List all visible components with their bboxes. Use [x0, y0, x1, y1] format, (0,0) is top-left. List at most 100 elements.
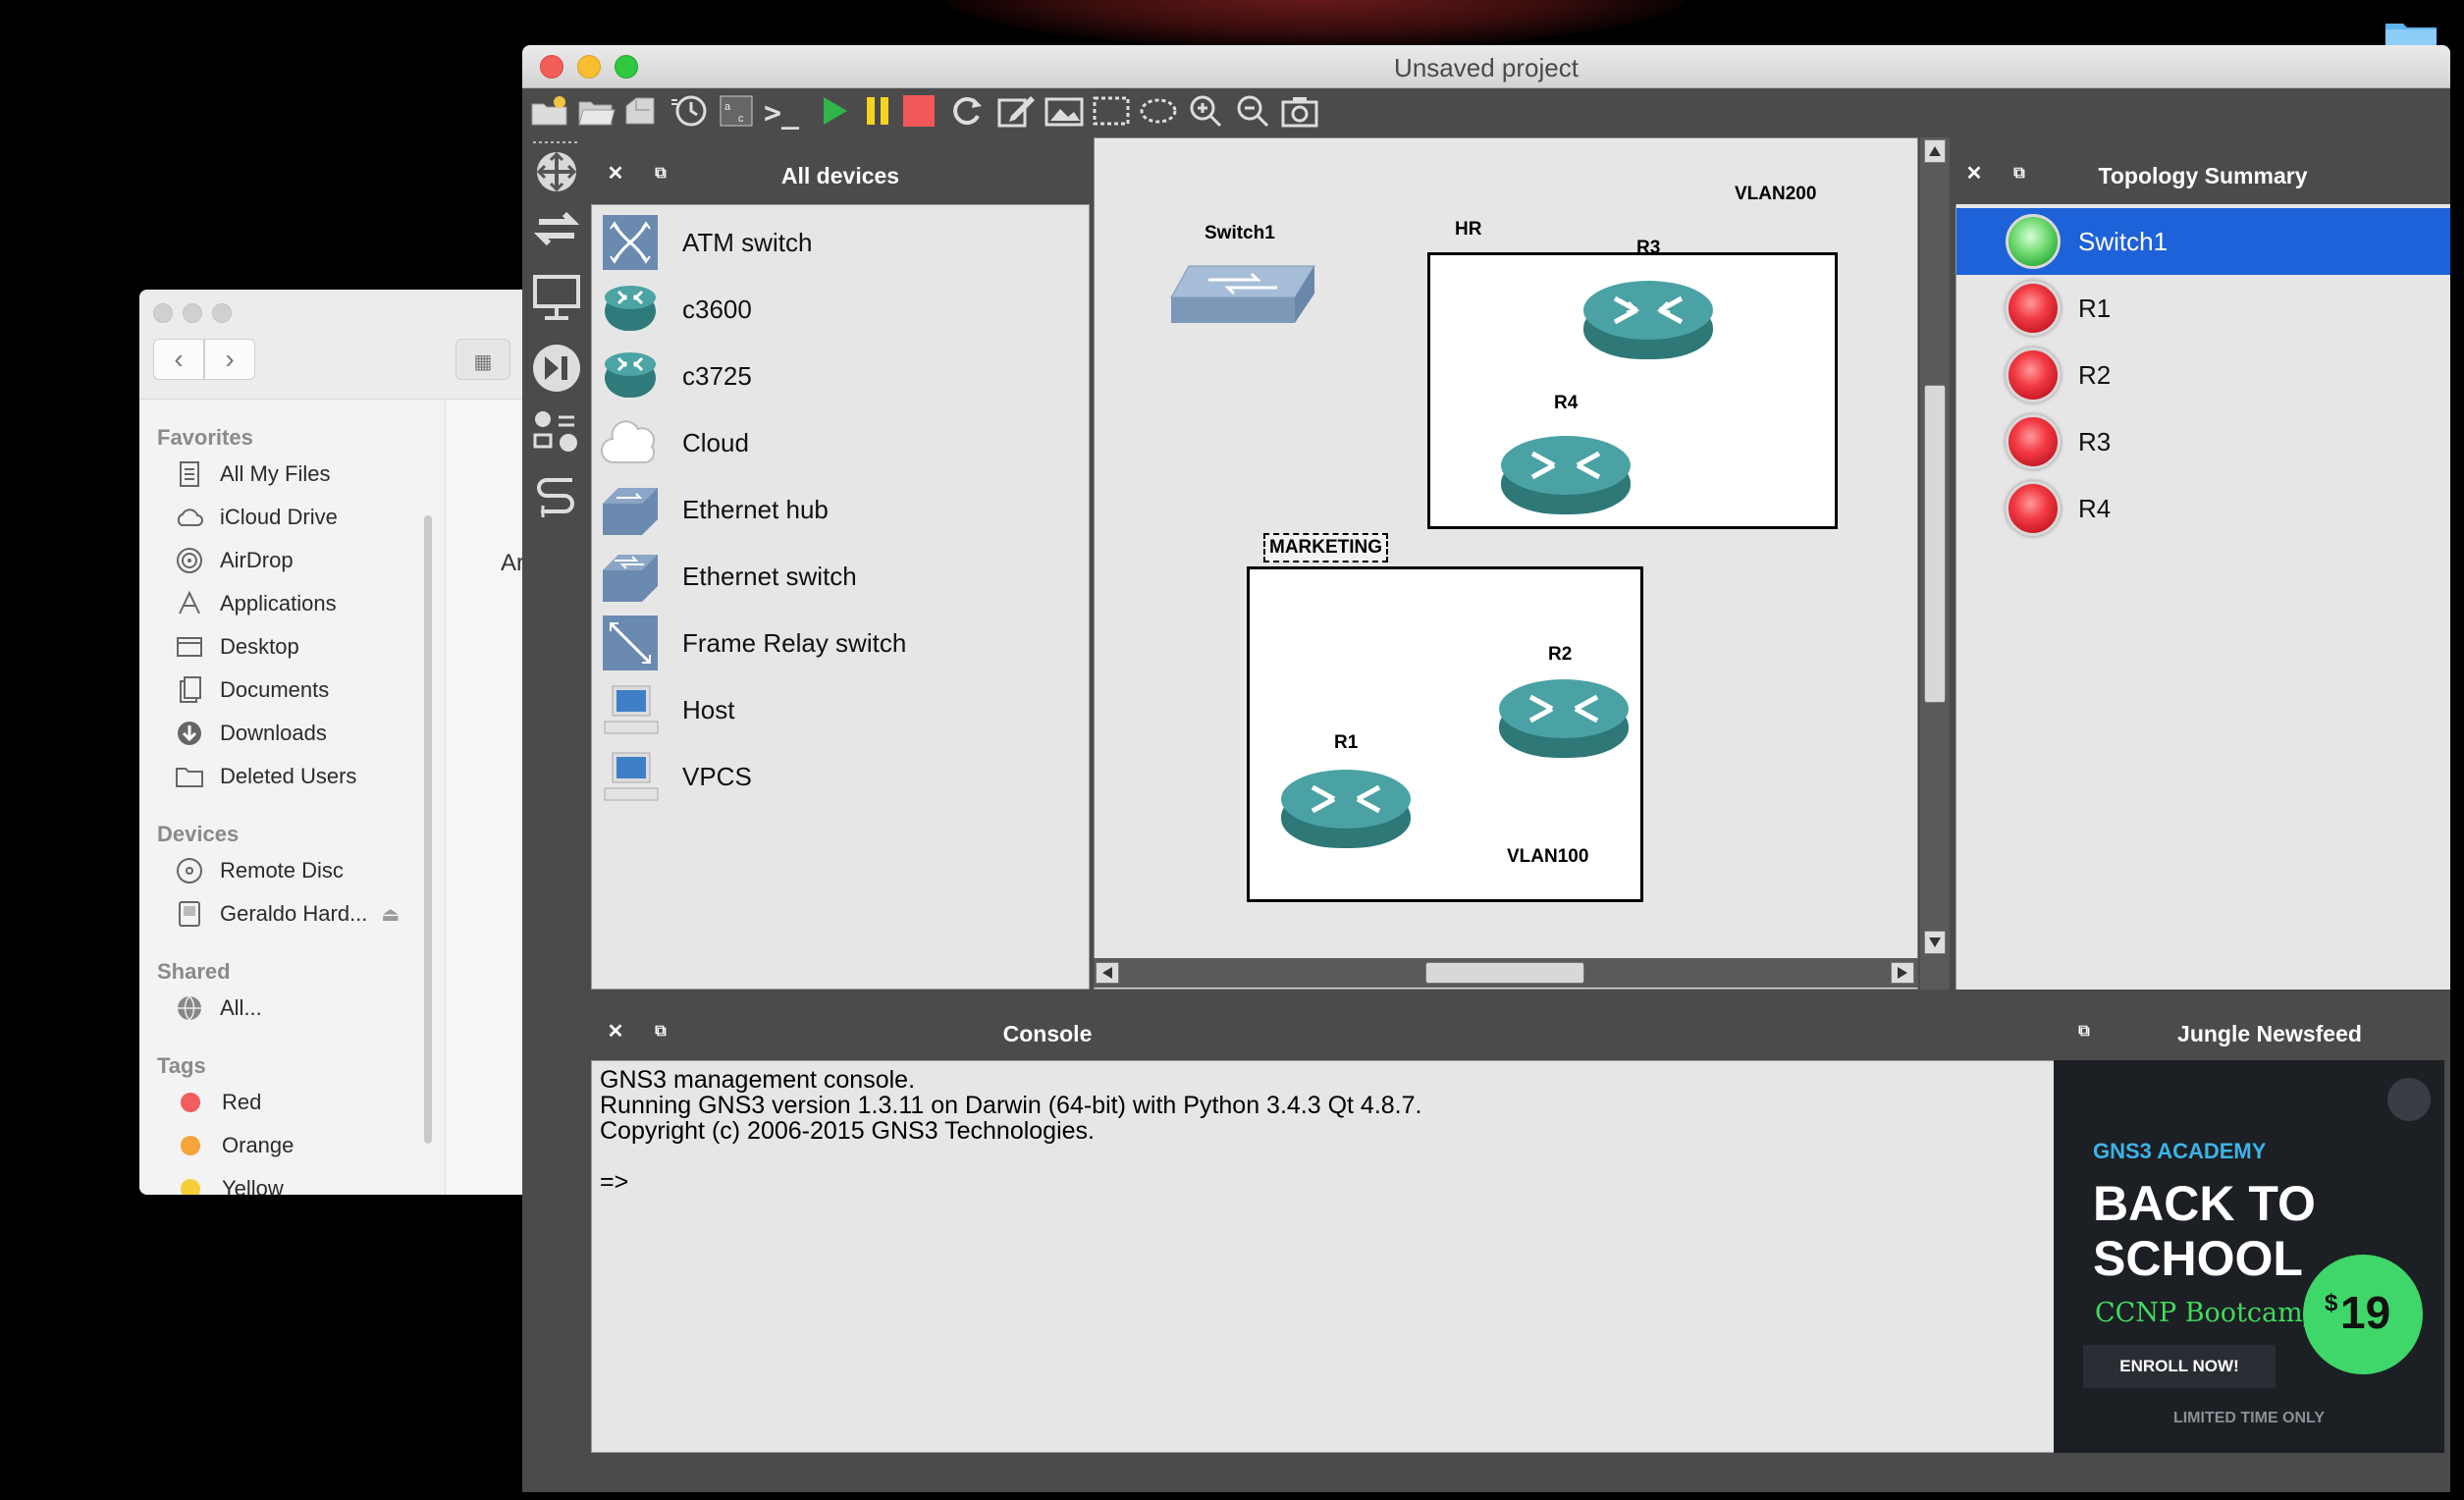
device-label: Ethernet hub: [682, 494, 829, 524]
back-button[interactable]: ‹: [153, 339, 204, 380]
topology-item-switch1[interactable]: Switch1: [1956, 208, 2450, 275]
finder-close-button[interactable]: [153, 303, 173, 323]
scroll-right-arrow-icon[interactable]: [1891, 962, 1914, 984]
show-interface-labels-button[interactable]: ac: [715, 92, 758, 134]
node-r2[interactable]: [1497, 675, 1631, 775]
start-all-button[interactable]: [813, 92, 856, 134]
scroll-down-arrow-icon[interactable]: [1924, 931, 1946, 954]
open-project-button[interactable]: [575, 92, 618, 134]
tag-color-dot: [181, 1179, 200, 1195]
device-label: Cloud: [682, 427, 749, 457]
node-r4[interactable]: [1499, 432, 1633, 531]
topology-item-r1[interactable]: R1: [1956, 275, 2450, 342]
router-icon: [1499, 436, 1633, 530]
rectangle-marketing[interactable]: R2 R1 VLAN100: [1247, 566, 1643, 902]
eject-icon[interactable]: ⏏: [381, 902, 400, 927]
documents-icon: [175, 675, 204, 705]
panel-title: Topology Summary: [2098, 163, 2308, 188]
device-item-ethernet-switch[interactable]: Ethernet switch: [600, 543, 1081, 610]
stop-all-button[interactable]: [897, 92, 940, 134]
device-item-atm-switch[interactable]: ATM switch: [600, 209, 1081, 276]
finder-minimize-button[interactable]: [183, 303, 202, 323]
sidebar-item-documents[interactable]: Documents: [175, 670, 440, 710]
sidebar-item-desktop[interactable]: Desktop: [175, 627, 440, 667]
device-item-vpcs[interactable]: VPCS: [600, 743, 1081, 810]
sidebar-item-icloud-drive[interactable]: iCloud Drive: [175, 498, 440, 537]
sidebar-item-remote-disc[interactable]: Remote Disc: [175, 851, 440, 890]
device-type-toolbar: [522, 137, 591, 1492]
browse-switches-button[interactable]: [528, 202, 585, 259]
sidebar-item-all-my-files[interactable]: All My Files: [175, 455, 440, 494]
browse-security-devices-button[interactable]: [528, 342, 585, 399]
group-label-marketing[interactable]: MARKETING: [1263, 533, 1389, 562]
reload-icon: [950, 94, 986, 133]
suspend-all-button[interactable]: [856, 92, 899, 134]
device-item-host[interactable]: Host: [600, 676, 1081, 743]
draw-ellipse-button[interactable]: [1137, 92, 1180, 134]
sidebar-tag-orange[interactable]: Orange: [175, 1126, 440, 1165]
newsfeed-ad[interactable]: GNS3 ACADEMY BACK TO SCHOOL CCNP Bootcam…: [2054, 1060, 2444, 1453]
vertical-scroll-thumb[interactable]: [1924, 385, 1946, 703]
forward-button[interactable]: ›: [204, 339, 255, 380]
browse-routers-button[interactable]: [528, 139, 585, 196]
draw-rectangle-button[interactable]: [1090, 92, 1133, 134]
ethernet-switch-icon: [1169, 265, 1316, 335]
node-r1[interactable]: [1279, 766, 1413, 865]
zoom-out-icon: [1235, 94, 1270, 133]
sidebar-tag-red[interactable]: Red: [175, 1083, 440, 1122]
rectangle-hr[interactable]: R3 R4: [1427, 238, 1838, 531]
browse-end-devices-button[interactable]: [528, 271, 585, 328]
device-item-frame-relay-switch[interactable]: Frame Relay switch: [600, 610, 1081, 676]
topology-item-r3[interactable]: R3: [1956, 408, 2450, 475]
snapshot-button[interactable]: [668, 92, 711, 134]
add-note-button[interactable]: [995, 92, 1039, 134]
finder-zoom-button[interactable]: [212, 303, 232, 323]
topology-item-r4[interactable]: R4: [1956, 475, 2450, 542]
node-switch1[interactable]: [1169, 260, 1316, 336]
sidebar-item-label: Applications: [220, 591, 337, 616]
horizontal-scroll-thumb[interactable]: [1425, 962, 1584, 984]
sidebar-item-hard-drive[interactable]: Geraldo Hard... ⏏: [175, 894, 440, 934]
node-r3[interactable]: [1581, 277, 1715, 376]
finder-content-item-label: Ar: [501, 550, 524, 576]
zoom-out-button[interactable]: [1231, 92, 1274, 134]
sidebar-tag-yellow[interactable]: Yellow: [175, 1169, 440, 1195]
device-item-c3600[interactable]: c3600: [600, 276, 1081, 343]
save-icon: [622, 94, 662, 133]
sidebar-item-shared-all[interactable]: All...: [175, 989, 440, 1028]
new-project-button[interactable]: [528, 92, 571, 134]
add-link-button[interactable]: [528, 473, 585, 530]
device-item-ethernet-hub[interactable]: Ethernet hub: [600, 476, 1081, 543]
terminal-icon: >_: [763, 95, 800, 131]
sidebar-section-tags: Tags: [157, 1053, 206, 1078]
device-item-cloud[interactable]: Cloud: [600, 409, 1081, 476]
sidebar-item-deleted-users[interactable]: Deleted Users: [175, 757, 440, 796]
topology-canvas[interactable]: Switch1 HR VLAN200 R3 R4 MARKETING R2 R1…: [1094, 137, 1918, 990]
panel-title: Jungle Newsfeed: [2177, 1021, 2362, 1046]
save-project-button[interactable]: [620, 92, 664, 134]
console-line: Running GNS3 version 1.3.11 on Darwin (6…: [600, 1092, 1422, 1119]
screenshot-button[interactable]: [1278, 92, 1321, 134]
sidebar-item-applications[interactable]: Applications: [175, 584, 440, 623]
topology-item-r2[interactable]: R2: [1956, 342, 2450, 408]
finder-sidebar-scrollbar[interactable]: [424, 515, 432, 1144]
device-item-c3725[interactable]: c3725: [600, 343, 1081, 409]
canvas-horizontal-scrollbar[interactable]: [1094, 958, 1918, 988]
view-mode-button[interactable]: ▦: [455, 339, 510, 380]
scroll-up-arrow-icon[interactable]: [1924, 139, 1946, 163]
router-icon: [529, 138, 584, 198]
browse-all-devices-button[interactable]: [528, 404, 585, 461]
sidebar-item-airdrop[interactable]: AirDrop: [175, 541, 440, 580]
topology-item-label: R3: [2078, 426, 2112, 456]
topology-item-label: R4: [2078, 493, 2112, 523]
zoom-in-button[interactable]: [1184, 92, 1227, 134]
canvas-vertical-scrollbar[interactable]: [1920, 137, 1950, 990]
console-all-button[interactable]: >_: [760, 92, 803, 134]
sidebar-item-downloads[interactable]: Downloads: [175, 714, 440, 753]
reload-all-button[interactable]: [946, 92, 990, 134]
enroll-now-button[interactable]: ENROLL NOW!: [2083, 1345, 2276, 1388]
sidebar-item-label: Orange: [222, 1133, 295, 1157]
console-output[interactable]: GNS3 management console. Running GNS3 ve…: [591, 1060, 2058, 1453]
insert-picture-button[interactable]: [1043, 92, 1086, 134]
scroll-left-arrow-icon[interactable]: [1096, 962, 1119, 984]
